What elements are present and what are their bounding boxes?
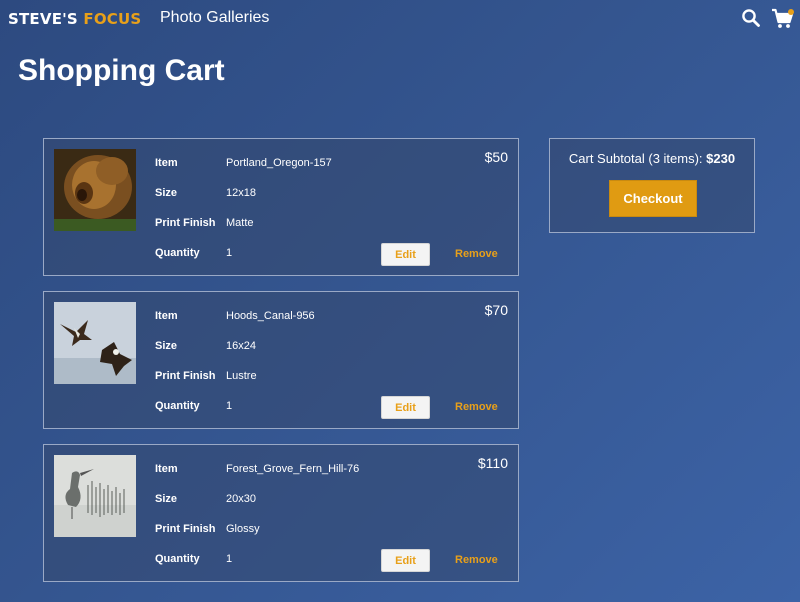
item-price: $70 — [484, 302, 508, 318]
remove-link[interactable]: Remove — [455, 401, 498, 413]
finish-label: Print Finish — [155, 217, 216, 229]
edit-button[interactable]: Edit — [381, 243, 430, 266]
item-label: Item — [155, 463, 178, 475]
search-icon[interactable] — [741, 8, 761, 28]
edit-button[interactable]: Edit — [381, 549, 430, 572]
cart-item: Item Portland_Oregon-157 Size 12x18 Prin… — [43, 138, 519, 276]
edit-button[interactable]: Edit — [381, 396, 430, 419]
item-finish: Matte — [226, 217, 254, 229]
remove-link[interactable]: Remove — [455, 554, 498, 566]
item-size: 20x30 — [226, 493, 256, 505]
page-title: Shopping Cart — [18, 54, 225, 87]
item-thumbnail-lion[interactable] — [54, 149, 136, 231]
cart-summary: Cart Subtotal (3 items): $230 Checkout — [549, 138, 755, 233]
finish-label: Print Finish — [155, 370, 216, 382]
cart-icon[interactable] — [771, 8, 795, 30]
nav-photo-galleries[interactable]: Photo Galleries — [160, 9, 269, 27]
cart-badge-dot — [788, 9, 794, 15]
subtotal-amount: $230 — [706, 151, 736, 166]
logo-word-focus: FOCUS — [83, 10, 142, 28]
size-label: Size — [155, 340, 178, 352]
item-quantity: 1 — [226, 247, 233, 259]
item-name: Portland_Oregon-157 — [226, 157, 332, 169]
item-price: $110 — [477, 455, 508, 471]
cart-item: Item Hoods_Canal-956 Size 16x24 Print Fi… — [43, 291, 519, 429]
item-finish: Lustre — [226, 370, 257, 382]
quantity-label: Quantity — [155, 247, 200, 259]
logo-word-steves: STEVE'S — [8, 10, 78, 28]
item-size: 16x24 — [226, 340, 256, 352]
item-thumbnail-eagles[interactable] — [54, 302, 136, 384]
item-finish: Glossy — [226, 523, 260, 535]
item-name: Hoods_Canal-956 — [226, 310, 315, 322]
item-size: 12x18 — [226, 187, 256, 199]
cart-subtotal: Cart Subtotal (3 items): $230 — [550, 151, 754, 166]
finish-label: Print Finish — [155, 523, 216, 535]
item-name: Forest_Grove_Fern_Hill-76 — [226, 463, 360, 475]
item-quantity: 1 — [226, 553, 233, 565]
checkout-button[interactable]: Checkout — [609, 180, 697, 217]
item-quantity: 1 — [226, 400, 233, 412]
cart-item: Item Forest_Grove_Fern_Hill-76 Size 20x3… — [43, 444, 519, 582]
top-bar: STEVE'S FOCUS Photo Galleries — [0, 0, 800, 36]
quantity-label: Quantity — [155, 400, 200, 412]
size-label: Size — [155, 493, 178, 505]
remove-link[interactable]: Remove — [455, 248, 498, 260]
quantity-label: Quantity — [155, 553, 200, 565]
site-logo[interactable]: STEVE'S FOCUS — [8, 10, 141, 28]
item-thumbnail-heron[interactable] — [54, 455, 136, 537]
item-label: Item — [155, 157, 178, 169]
item-price: $50 — [484, 149, 508, 165]
item-label: Item — [155, 310, 178, 322]
subtotal-label: Cart Subtotal (3 items): — [568, 151, 703, 166]
size-label: Size — [155, 187, 178, 199]
